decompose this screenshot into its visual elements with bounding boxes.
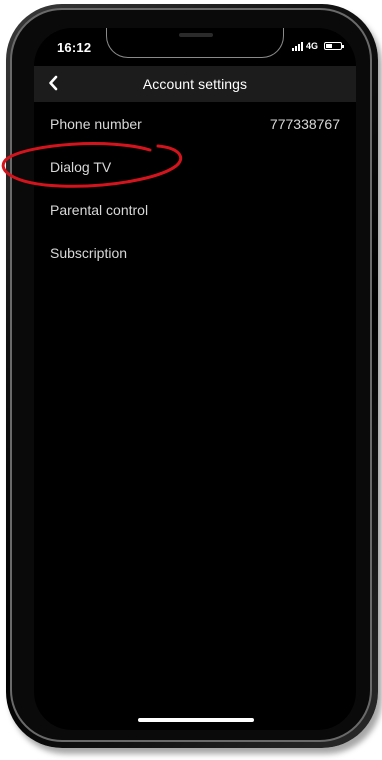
canvas: 16:12 4G Account settings Phone number 7…: [0, 0, 382, 760]
settings-item-label: Parental control: [50, 202, 149, 218]
settings-item-parental-control[interactable]: Parental control: [34, 188, 356, 231]
settings-item-label: Dialog TV: [50, 159, 112, 175]
settings-item-label: Phone number: [50, 116, 142, 132]
settings-list: Phone number 777338767 Dialog TV Parenta…: [34, 102, 356, 274]
home-indicator[interactable]: [138, 718, 254, 722]
signal-icon: [291, 41, 303, 51]
settings-item-phone-number[interactable]: Phone number 777338767: [34, 102, 356, 145]
settings-item-label: Subscription: [50, 245, 128, 261]
app-screen: 16:12 4G Account settings Phone number 7…: [34, 28, 356, 730]
phone-number-value: 777338767: [269, 116, 340, 132]
page-title: Account settings: [142, 76, 248, 92]
app-header: Account settings: [34, 66, 356, 102]
speaker-grille: [179, 33, 213, 37]
settings-item-subscription[interactable]: Subscription: [34, 231, 356, 274]
battery-icon: [324, 42, 344, 50]
network-type: 4G: [305, 41, 318, 51]
status-time: 16:12: [57, 40, 92, 55]
notch: [106, 28, 284, 58]
settings-item-dialog-tv[interactable]: Dialog TV: [34, 145, 356, 188]
status-indicators: 4G: [291, 41, 344, 51]
